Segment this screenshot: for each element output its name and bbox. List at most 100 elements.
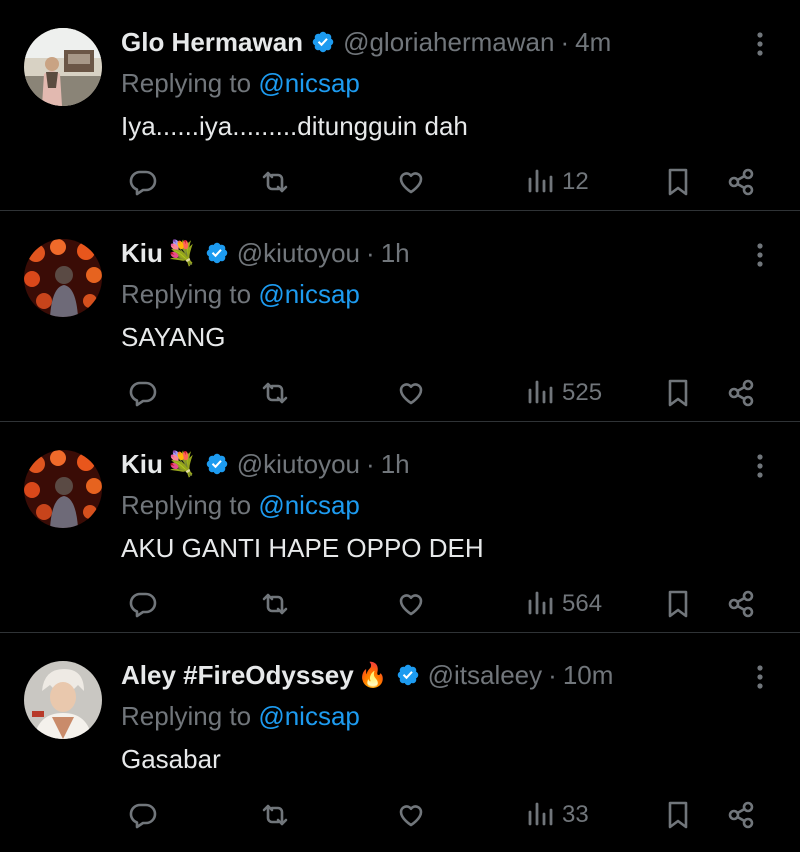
separator-dot: · <box>366 237 375 268</box>
author-name[interactable]: Kiu <box>121 238 163 269</box>
like-button[interactable] <box>394 795 428 835</box>
views-chart-icon <box>528 591 553 615</box>
reply-icon <box>129 381 157 407</box>
share-icon <box>728 168 754 196</box>
avatar-anime-character[interactable] <box>24 661 102 739</box>
timestamp[interactable]: 4m <box>575 27 611 58</box>
tweet-header: Kiu 💐 @kiutoyou · 1h <box>121 448 410 480</box>
reply-button[interactable] <box>126 584 160 624</box>
views-button[interactable]: 12 <box>524 162 589 202</box>
tweet-header: Glo Hermawan @gloriahermawan · 4m <box>121 26 611 58</box>
tweet-header: Kiu 💐 @kiutoyou · 1h <box>121 237 410 269</box>
share-button[interactable] <box>724 584 758 624</box>
avatar-photo-lanterns[interactable] <box>24 239 102 317</box>
author-handle[interactable]: @gloriahermawan <box>343 27 554 58</box>
author-handle[interactable]: @itsaleey <box>428 660 543 691</box>
reply-feed: Glo Hermawan @gloriahermawan · 4m Replyi… <box>0 0 800 844</box>
tweet-header: Aley #FireOdyssey 🔥 @itsaleey · 10m <box>121 659 613 691</box>
like-button[interactable] <box>394 373 428 413</box>
author-emoji: 🔥 <box>357 661 388 689</box>
avatar-photo-outdoor[interactable] <box>24 28 102 106</box>
timestamp[interactable]: 1h <box>381 238 410 269</box>
mention-link[interactable]: @nicsap <box>258 701 360 731</box>
heart-icon <box>399 172 423 194</box>
mention-link[interactable]: @nicsap <box>258 490 360 520</box>
views-chart-icon <box>528 380 553 404</box>
tweet-text: Iya......iya.........ditungguin dah <box>121 111 468 141</box>
separator-dot: · <box>560 26 570 57</box>
bookmark-button[interactable] <box>661 162 695 202</box>
bookmark-icon <box>668 590 688 618</box>
bookmark-button[interactable] <box>661 584 695 624</box>
separator-dot: · <box>366 448 375 479</box>
repost-button[interactable] <box>258 162 292 202</box>
reply-icon <box>129 170 157 196</box>
replying-to: Replying to @nicsap <box>121 279 360 310</box>
replying-to: Replying to @nicsap <box>121 68 360 99</box>
repost-button[interactable] <box>258 373 292 413</box>
replying-to-label: Replying to <box>121 68 252 98</box>
repost-icon <box>262 382 288 404</box>
author-name[interactable]: Kiu <box>121 449 163 480</box>
replying-to-label: Replying to <box>121 701 252 731</box>
views-count: 564 <box>562 590 603 617</box>
author-emoji: 💐 <box>166 450 197 478</box>
more-options-icon[interactable] <box>750 30 770 58</box>
reply-icon <box>129 592 157 618</box>
more-options-icon[interactable] <box>750 241 770 269</box>
bookmark-button[interactable] <box>661 795 695 835</box>
more-options-icon[interactable] <box>750 452 770 480</box>
tweet-text: Gasabar <box>121 744 221 774</box>
views-button[interactable]: 33 <box>524 795 589 835</box>
avatar-photo-lanterns[interactable] <box>24 450 102 528</box>
share-button[interactable] <box>724 795 758 835</box>
repost-button[interactable] <box>258 795 292 835</box>
reply-tweet[interactable]: Kiu 💐 @kiutoyou · 1h Replying to @nicsap… <box>0 211 800 422</box>
reply-button[interactable] <box>126 373 160 413</box>
verified-badge-icon <box>311 30 335 54</box>
reply-button[interactable] <box>126 162 160 202</box>
views-button[interactable]: 525 <box>524 373 602 413</box>
views-count: 12 <box>562 168 589 195</box>
timestamp[interactable]: 10m <box>563 660 614 691</box>
like-button[interactable] <box>394 162 428 202</box>
author-handle[interactable]: @kiutoyou <box>237 238 360 269</box>
action-bar: 12 <box>0 162 800 202</box>
mention-link[interactable]: @nicsap <box>258 68 360 98</box>
timestamp[interactable]: 1h <box>381 449 410 480</box>
bookmark-button[interactable] <box>661 373 695 413</box>
tweet-text: SAYANG <box>121 322 226 352</box>
heart-icon <box>399 383 423 405</box>
share-button[interactable] <box>724 162 758 202</box>
reply-tweet[interactable]: Kiu 💐 @kiutoyou · 1h Replying to @nicsap… <box>0 422 800 633</box>
repost-icon <box>262 593 288 615</box>
bookmark-icon <box>668 168 688 196</box>
repost-icon <box>262 171 288 193</box>
replying-to: Replying to @nicsap <box>121 701 360 732</box>
mention-link[interactable]: @nicsap <box>258 279 360 309</box>
more-options-icon[interactable] <box>750 663 770 691</box>
views-chart-icon <box>528 169 553 193</box>
heart-icon <box>399 594 423 616</box>
reply-tweet[interactable]: Aley #FireOdyssey 🔥 @itsaleey · 10m Repl… <box>0 633 800 844</box>
like-button[interactable] <box>394 584 428 624</box>
views-button[interactable]: 564 <box>524 584 602 624</box>
reply-button[interactable] <box>126 795 160 835</box>
repost-icon <box>262 804 288 826</box>
author-emoji: 💐 <box>166 239 197 267</box>
heart-icon <box>399 805 423 827</box>
author-name[interactable]: Aley #FireOdyssey <box>121 660 354 691</box>
author-handle[interactable]: @kiutoyou <box>237 449 360 480</box>
reply-icon <box>129 803 157 829</box>
share-icon <box>728 801 754 829</box>
verified-badge-icon <box>205 241 229 265</box>
share-button[interactable] <box>724 373 758 413</box>
repost-button[interactable] <box>258 584 292 624</box>
replying-to: Replying to @nicsap <box>121 490 360 521</box>
author-name[interactable]: Glo Hermawan <box>121 27 303 58</box>
tweet-text: AKU GANTI HAPE OPPO DEH <box>121 533 484 563</box>
share-icon <box>728 590 754 618</box>
reply-tweet[interactable]: Glo Hermawan @gloriahermawan · 4m Replyi… <box>0 0 800 211</box>
replying-to-label: Replying to <box>121 490 252 520</box>
bookmark-icon <box>668 801 688 829</box>
